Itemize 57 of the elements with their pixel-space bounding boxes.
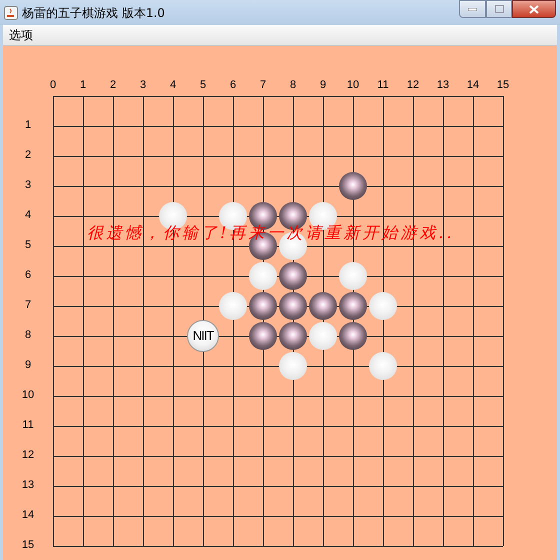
column-label: 10 (346, 79, 360, 92)
column-label: 15 (496, 79, 510, 92)
column-label: 12 (406, 79, 420, 92)
row-label: 7 (24, 299, 32, 312)
column-label: 8 (288, 79, 298, 92)
game-stone (309, 322, 337, 350)
game-stone (219, 292, 247, 320)
column-label: 11 (376, 79, 390, 92)
row-label: 5 (24, 239, 32, 252)
row-label: 15 (20, 539, 36, 552)
row-label: 4 (24, 209, 32, 222)
row-label: 14 (20, 509, 36, 522)
row-label: 2 (24, 149, 32, 162)
maximize-icon (494, 5, 504, 13)
cursor-stone: NIIT (187, 320, 219, 352)
window-title: 杨雷的五子棋游戏 版本1.0 (22, 4, 165, 22)
game-stone (369, 352, 397, 380)
game-stone (249, 322, 277, 350)
game-stone (339, 322, 367, 350)
column-label: 0 (48, 79, 58, 92)
column-label: 5 (198, 79, 208, 92)
row-label: 3 (24, 179, 32, 192)
row-label: 11 (21, 419, 35, 432)
row-label: 9 (24, 359, 32, 372)
close-button[interactable] (512, 0, 556, 18)
game-stone (339, 172, 367, 200)
minimize-button[interactable] (459, 0, 486, 18)
column-label: 6 (228, 79, 238, 92)
row-label: 12 (20, 449, 36, 462)
column-label: 1 (78, 79, 88, 92)
game-stone (339, 262, 367, 290)
close-icon (529, 4, 539, 14)
maximize-button[interactable] (486, 0, 512, 18)
column-label: 3 (138, 79, 148, 92)
game-stone (249, 292, 277, 320)
column-label: 2 (108, 79, 118, 92)
game-stone (309, 292, 337, 320)
game-stone (279, 262, 307, 290)
row-label: 6 (24, 269, 32, 282)
column-label: 9 (318, 79, 328, 92)
menu-item[interactable]: 选项 (3, 26, 39, 44)
column-label: 4 (168, 79, 178, 92)
game-stone (339, 292, 367, 320)
game-stone (279, 322, 307, 350)
row-label: 8 (24, 329, 32, 342)
minimize-icon (468, 8, 477, 10)
game-stone (279, 352, 307, 380)
column-label: 7 (258, 79, 268, 92)
game-stone (279, 292, 307, 320)
game-stone (249, 262, 277, 290)
row-label: 1 (24, 119, 32, 132)
column-label: 14 (466, 79, 480, 92)
game-stone (369, 292, 397, 320)
row-label: 10 (20, 389, 36, 402)
column-label: 13 (436, 79, 450, 92)
row-label: 13 (20, 479, 36, 492)
coffee-cup-icon (4, 6, 18, 20)
